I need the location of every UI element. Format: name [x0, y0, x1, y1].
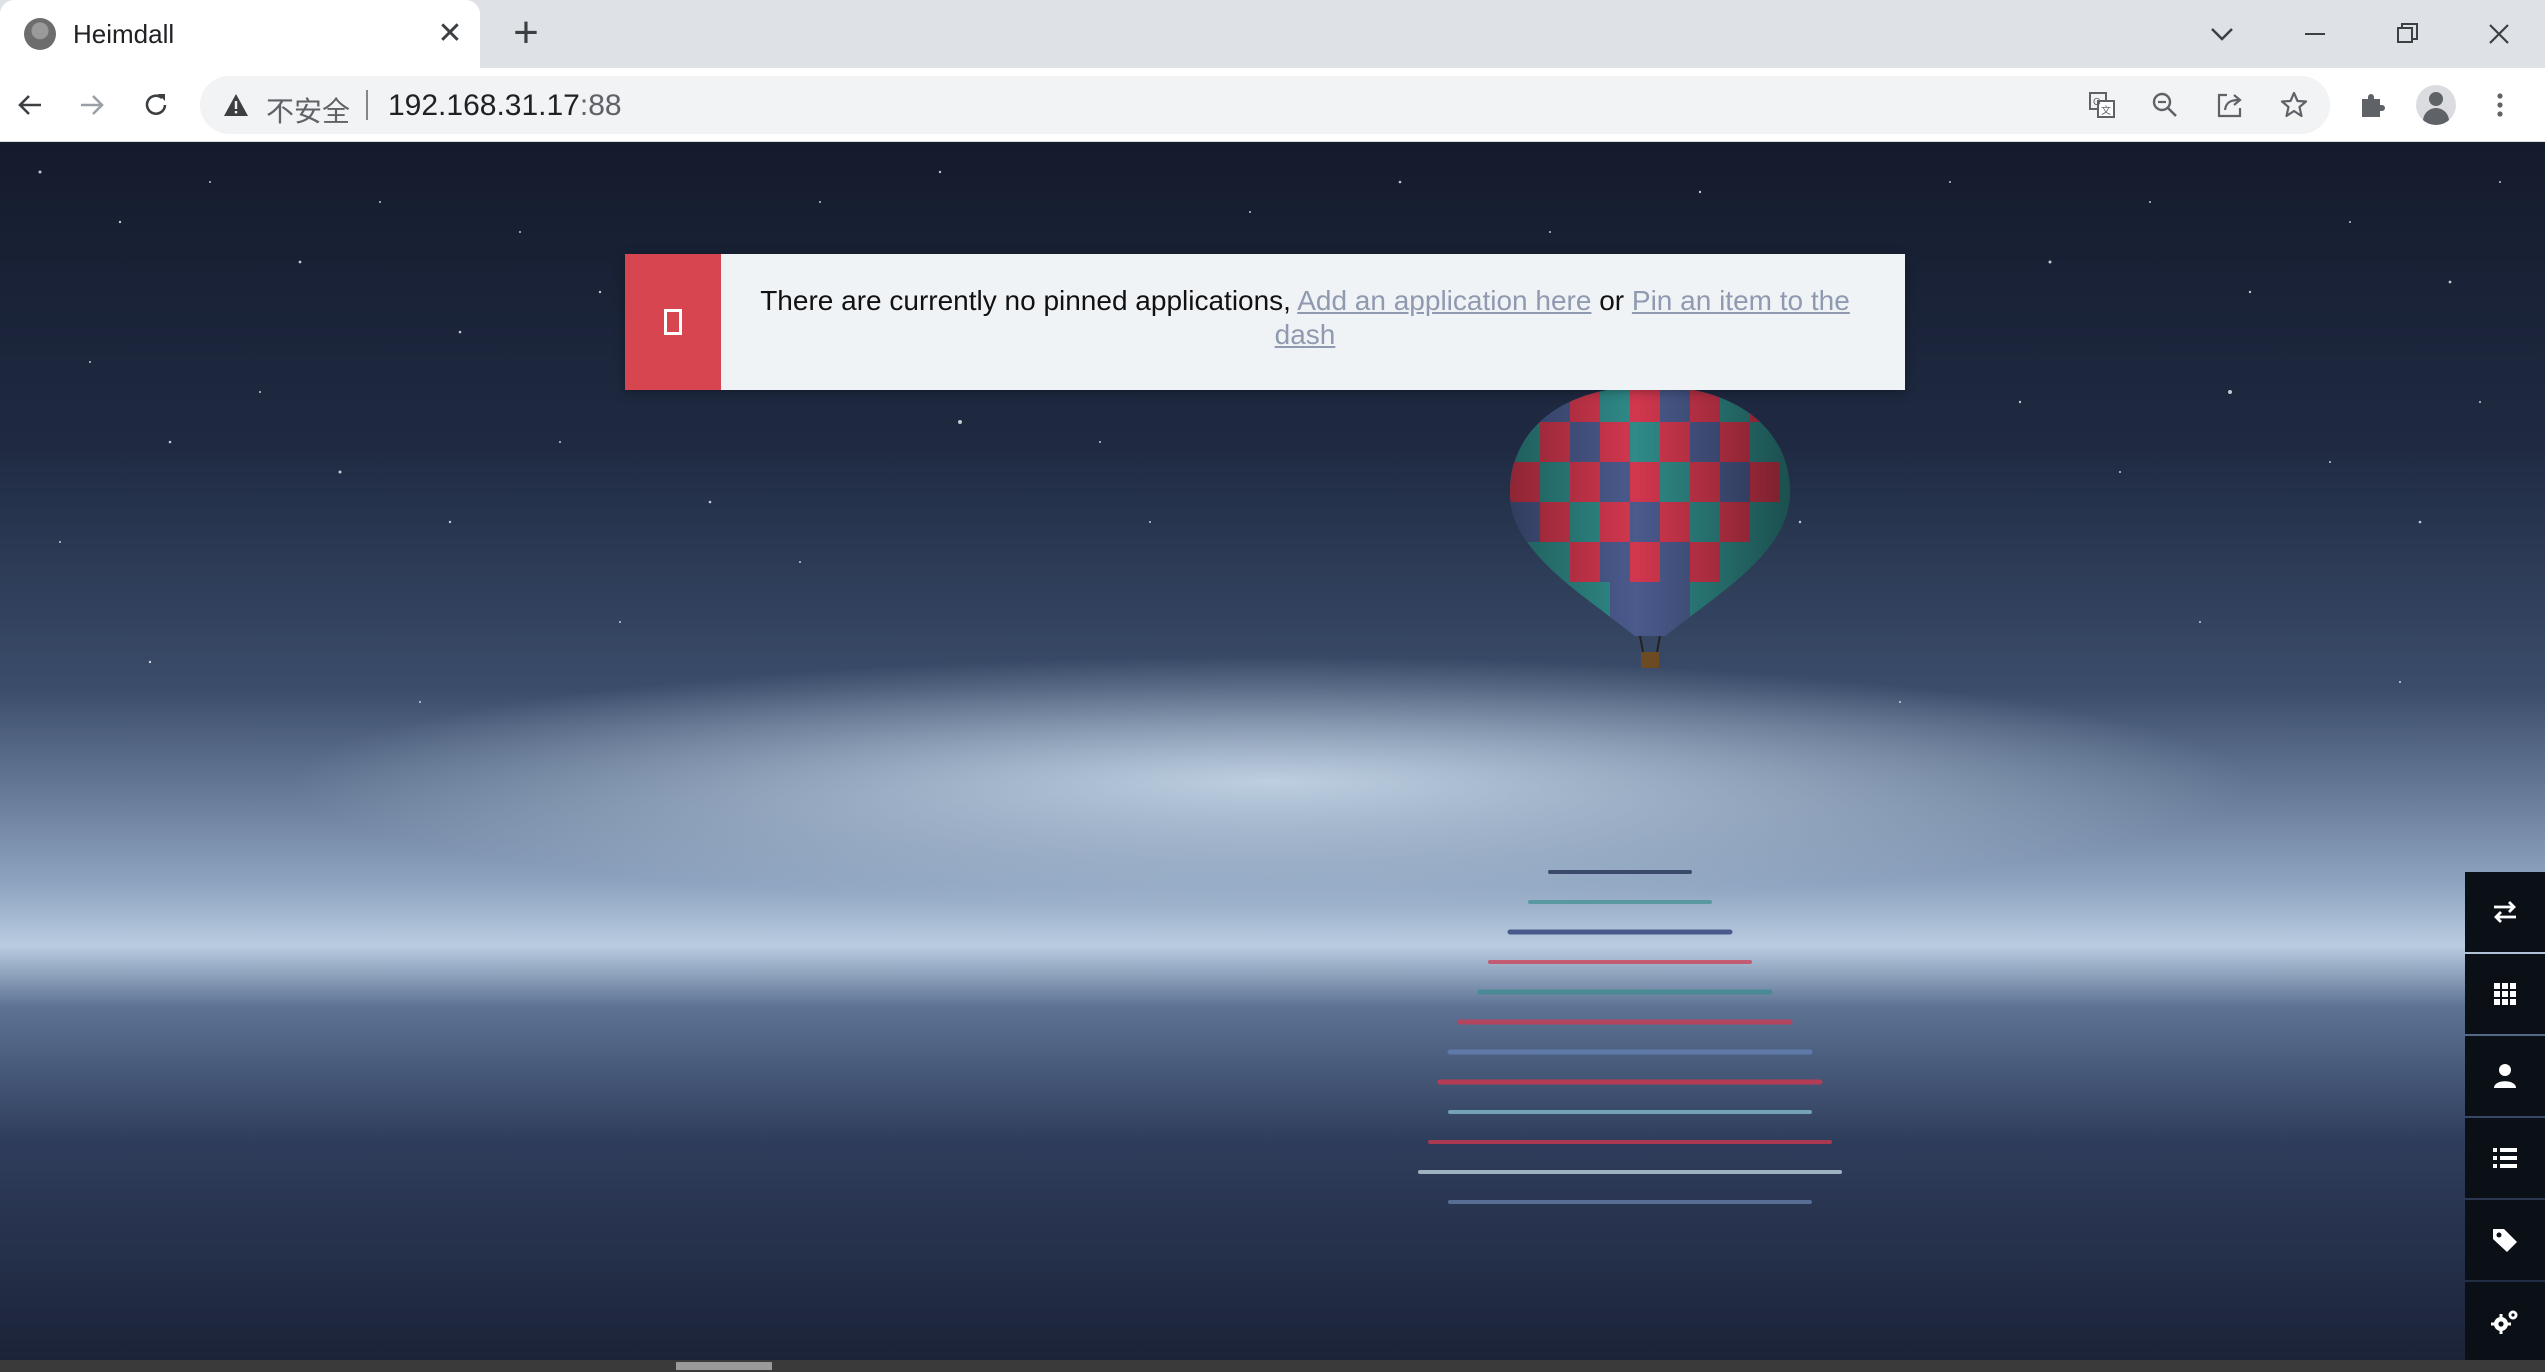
tab-strip: Heimdall ✕ +: [0, 0, 2545, 68]
browser-toolbar: 不安全 192.168.31.17:88 G文: [0, 68, 2545, 142]
profile-avatar-icon[interactable]: [2412, 81, 2460, 129]
settings-gears-icon[interactable]: [2465, 1282, 2545, 1360]
security-label[interactable]: 不安全: [266, 90, 350, 130]
tab-title: Heimdall: [73, 19, 175, 49]
translate-icon[interactable]: G文: [2082, 85, 2122, 125]
browser-menu-icon[interactable]: [2476, 81, 2524, 129]
tab-close-icon[interactable]: ✕: [430, 14, 470, 54]
hot-air-balloon-image: [1510, 386, 1790, 668]
scrollbar-thumb[interactable]: [676, 1362, 772, 1370]
horizontal-scrollbar[interactable]: [0, 1360, 2545, 1372]
tab-search-chevron-icon[interactable]: [2198, 10, 2246, 58]
url-text[interactable]: 192.168.31.17:88: [388, 89, 622, 123]
zoom-out-icon[interactable]: [2145, 85, 2185, 125]
svg-text:文: 文: [2101, 104, 2111, 117]
heimdall-favicon-icon: [24, 18, 56, 50]
back-arrow-icon[interactable]: [6, 81, 54, 129]
notice-text-mid: or: [1591, 285, 1632, 316]
close-window-icon[interactable]: [2475, 10, 2523, 58]
restore-icon[interactable]: [2383, 10, 2431, 58]
svg-text:G: G: [2093, 97, 2101, 108]
url-port: :88: [579, 89, 622, 122]
heimdall-dashboard: There are currently no pinned applicatio…: [0, 142, 2545, 1360]
forward-arrow-icon[interactable]: [68, 81, 116, 129]
notice-text-before: There are currently no pinned applicatio…: [760, 285, 1298, 316]
config-sidebar: [2465, 872, 2545, 1360]
items-list-icon[interactable]: [2465, 1118, 2545, 1198]
switch-view-icon[interactable]: [2465, 872, 2545, 952]
balloon-reflection-image: [1418, 870, 1842, 1204]
add-application-link[interactable]: Add an application here: [1297, 285, 1591, 316]
omnibox-divider: [366, 90, 368, 120]
notice-alert-icon: [625, 254, 721, 390]
extensions-puzzle-icon[interactable]: [2348, 81, 2396, 129]
bookmark-star-icon[interactable]: [2274, 85, 2314, 125]
users-icon[interactable]: [2465, 1036, 2545, 1116]
address-bar[interactable]: 不安全 192.168.31.17:88 G文: [200, 76, 2330, 134]
applications-grid-icon[interactable]: [2465, 954, 2545, 1034]
not-secure-warning-icon[interactable]: [222, 91, 250, 124]
browser-tab[interactable]: Heimdall ✕: [0, 0, 480, 68]
tags-icon[interactable]: [2465, 1200, 2545, 1280]
minimize-icon[interactable]: [2291, 10, 2339, 58]
no-pinned-apps-notice: There are currently no pinned applicatio…: [625, 254, 1905, 390]
new-tab-button[interactable]: +: [502, 10, 550, 58]
url-host: 192.168.31.17: [388, 89, 580, 122]
notice-message: There are currently no pinned applicatio…: [745, 284, 1865, 352]
reload-icon[interactable]: [132, 81, 180, 129]
share-icon[interactable]: [2210, 85, 2250, 125]
